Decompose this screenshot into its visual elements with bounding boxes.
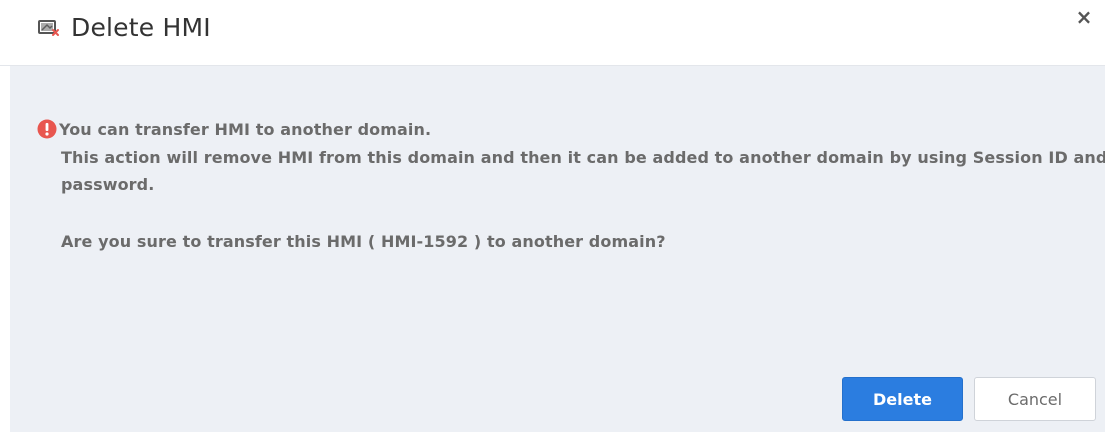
warning-circle-icon [37,119,57,139]
delete-button[interactable]: Delete [842,377,963,421]
message-line-3: password. [61,175,155,194]
message-line-1: You can transfer HMI to another domain. [59,120,432,139]
dialog-header: Delete HMI × [0,0,1105,66]
delete-hmi-dialog: Delete HMI × You can transfer HMI to ano… [0,0,1105,432]
cancel-button[interactable]: Cancel [974,377,1096,421]
message-line-2: This action will remove HMI from this do… [61,148,1105,167]
hmi-delete-icon [38,19,60,37]
dialog-body: You can transfer HMI to another domain. … [10,66,1105,432]
confirmation-question: Are you sure to transfer this HMI ( HMI-… [61,232,666,251]
close-icon[interactable]: × [1074,6,1094,28]
dialog-title: Delete HMI [71,13,211,42]
